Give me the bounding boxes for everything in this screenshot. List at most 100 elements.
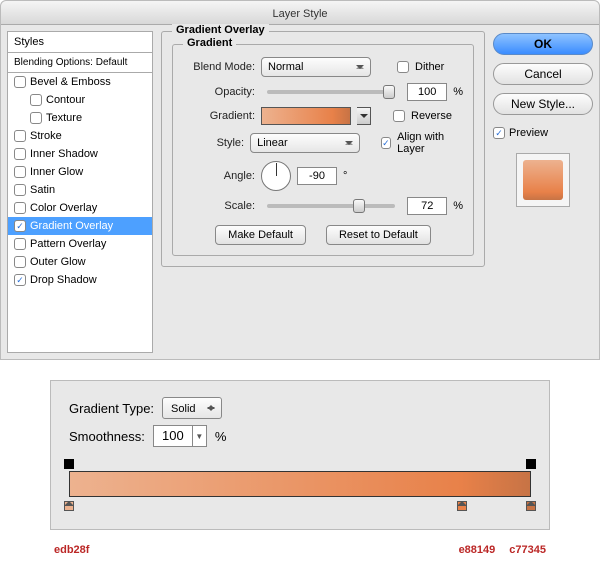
opacity-label: Opacity: xyxy=(183,86,255,98)
opacity-slider[interactable] xyxy=(267,90,395,94)
gradient-overlay-section: Gradient Overlay Gradient Blend Mode: No… xyxy=(161,31,485,267)
layer-style-dialog: Layer Style Styles Blending Options: Def… xyxy=(0,0,600,360)
align-label: Align with Layer xyxy=(397,131,463,155)
gradient-group: Gradient Blend Mode: Normal Dither Opaci… xyxy=(172,44,474,256)
gradient-editor-region: Gradient Type: Solid Smoothness: 100 ▼ %… xyxy=(50,380,550,556)
style-checkbox[interactable] xyxy=(14,130,26,142)
gradient-bar-area xyxy=(69,459,531,511)
style-checkbox[interactable] xyxy=(14,76,26,88)
style-item-label: Inner Shadow xyxy=(30,148,98,160)
style-item-label: Inner Glow xyxy=(30,166,83,178)
hex-right: c77345 xyxy=(509,544,546,556)
style-checkbox[interactable] xyxy=(14,256,26,268)
style-item-label: Gradient Overlay xyxy=(30,220,113,232)
hex-labels-row: edb28f e88149 c77345 xyxy=(54,544,546,556)
scale-slider[interactable] xyxy=(267,204,395,208)
style-checkbox[interactable] xyxy=(14,148,26,160)
style-item-label: Color Overlay xyxy=(30,202,97,214)
style-item-inner-glow[interactable]: Inner Glow xyxy=(8,163,152,181)
style-item-stroke[interactable]: Stroke xyxy=(8,127,152,145)
align-checkbox[interactable] xyxy=(381,137,391,149)
dialog-titlebar: Layer Style xyxy=(1,1,599,25)
style-item-label: Contour xyxy=(46,94,85,106)
gradient-label: Gradient: xyxy=(183,110,255,122)
gradient-dropdown-button[interactable] xyxy=(357,107,371,125)
color-stop[interactable] xyxy=(64,501,74,511)
blend-mode-label: Blend Mode: xyxy=(183,61,255,73)
style-checkbox[interactable] xyxy=(14,166,26,178)
make-default-button[interactable]: Make Default xyxy=(215,225,306,245)
smoothness-unit: % xyxy=(215,429,227,444)
dither-label: Dither xyxy=(415,61,444,73)
settings-panel: Gradient Overlay Gradient Blend Mode: No… xyxy=(161,31,485,353)
style-checkbox[interactable] xyxy=(30,94,42,106)
preview-swatch xyxy=(523,160,563,200)
smoothness-label: Smoothness: xyxy=(69,429,145,444)
style-item-label: Pattern Overlay xyxy=(30,238,106,250)
dialog-buttons-column: OK Cancel New Style... Preview xyxy=(493,31,593,353)
style-checkbox[interactable] xyxy=(14,184,26,196)
ok-button[interactable]: OK xyxy=(493,33,593,55)
chevron-down-icon xyxy=(360,114,368,122)
style-checkbox[interactable] xyxy=(14,202,26,214)
color-stop[interactable] xyxy=(457,501,467,511)
gradient-swatch[interactable] xyxy=(261,107,351,125)
style-item-contour[interactable]: Contour xyxy=(8,91,152,109)
angle-input[interactable]: -90 xyxy=(297,167,337,185)
group-title: Gradient xyxy=(183,37,236,49)
styles-header[interactable]: Styles xyxy=(7,31,153,53)
section-title: Gradient Overlay xyxy=(172,24,269,36)
style-checkbox[interactable] xyxy=(14,220,26,232)
style-item-label: Outer Glow xyxy=(30,256,86,268)
style-item-outer-glow[interactable]: Outer Glow xyxy=(8,253,152,271)
reverse-checkbox[interactable] xyxy=(393,110,405,122)
hex-left: edb28f xyxy=(54,544,89,556)
scale-unit: % xyxy=(453,200,463,212)
color-stop[interactable] xyxy=(526,501,536,511)
style-item-gradient-overlay[interactable]: Gradient Overlay xyxy=(8,217,152,235)
style-item-label: Bevel & Emboss xyxy=(30,76,111,88)
chevron-down-icon[interactable]: ▼ xyxy=(192,426,206,446)
style-item-color-overlay[interactable]: Color Overlay xyxy=(8,199,152,217)
angle-unit: ° xyxy=(343,170,347,182)
style-item-bevel-emboss[interactable]: Bevel & Emboss xyxy=(8,73,152,91)
opacity-unit: % xyxy=(453,86,463,98)
angle-dial[interactable] xyxy=(261,161,291,191)
style-checkbox[interactable] xyxy=(30,112,42,124)
new-style-button[interactable]: New Style... xyxy=(493,93,593,115)
style-item-label: Satin xyxy=(30,184,55,196)
style-item-texture[interactable]: Texture xyxy=(8,109,152,127)
dialog-title: Layer Style xyxy=(272,8,327,20)
opacity-stop[interactable] xyxy=(64,459,74,469)
style-item-pattern-overlay[interactable]: Pattern Overlay xyxy=(8,235,152,253)
angle-label: Angle: xyxy=(183,170,255,182)
reset-default-button[interactable]: Reset to Default xyxy=(326,225,431,245)
style-list: Bevel & Emboss Contour TextureStroke Inner … xyxy=(7,73,153,353)
opacity-input[interactable]: 100 xyxy=(407,83,447,101)
scale-input[interactable]: 72 xyxy=(407,197,447,215)
gradient-type-select[interactable]: Solid xyxy=(162,397,222,419)
hex-mid: e88149 xyxy=(459,544,496,556)
style-checkbox[interactable] xyxy=(14,274,26,286)
style-item-label: Drop Shadow xyxy=(30,274,97,286)
blend-mode-select[interactable]: Normal xyxy=(261,57,371,77)
scale-label: Scale: xyxy=(183,200,255,212)
style-checkbox[interactable] xyxy=(14,238,26,250)
opacity-stop[interactable] xyxy=(526,459,536,469)
preview-box xyxy=(516,153,570,207)
style-item-inner-shadow[interactable]: Inner Shadow xyxy=(8,145,152,163)
style-item-satin[interactable]: Satin xyxy=(8,181,152,199)
dither-checkbox[interactable] xyxy=(397,61,409,73)
gradient-type-label: Gradient Type: xyxy=(69,401,154,416)
preview-label: Preview xyxy=(509,127,548,139)
styles-column: Styles Blending Options: Default Bevel &… xyxy=(7,31,153,353)
blending-options-header[interactable]: Blending Options: Default xyxy=(7,53,153,73)
style-select[interactable]: Linear xyxy=(250,133,360,153)
preview-checkbox[interactable] xyxy=(493,127,505,139)
style-item-drop-shadow[interactable]: Drop Shadow xyxy=(8,271,152,289)
smoothness-input[interactable]: 100 ▼ xyxy=(153,425,207,447)
cancel-button[interactable]: Cancel xyxy=(493,63,593,85)
gradient-editor-panel: Gradient Type: Solid Smoothness: 100 ▼ % xyxy=(50,380,550,530)
style-label: Style: xyxy=(183,137,244,149)
gradient-bar[interactable] xyxy=(69,471,531,497)
